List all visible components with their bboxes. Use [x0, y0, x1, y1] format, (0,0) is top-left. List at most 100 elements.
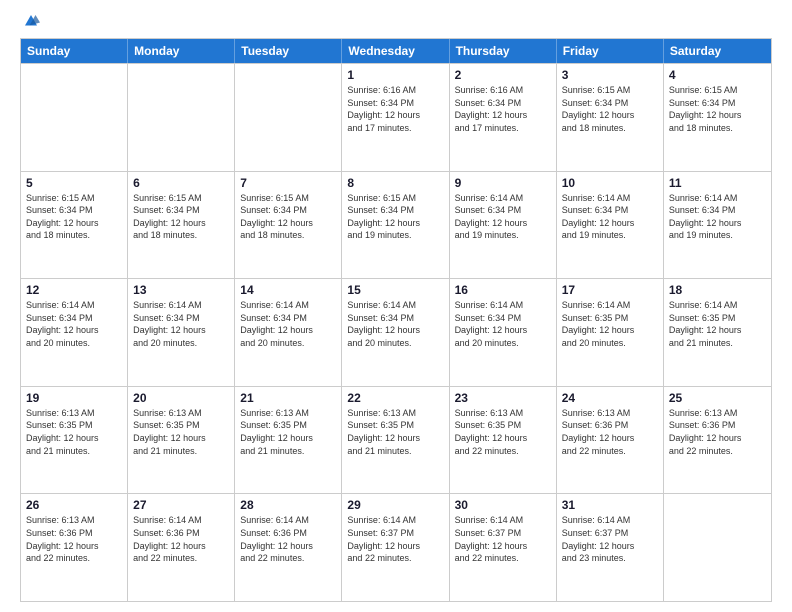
day-number: 3	[562, 68, 658, 82]
calendar-cell: 16 Sunrise: 6:14 AM Sunset: 6:34 PM Dayli…	[450, 279, 557, 386]
day-info: Sunrise: 6:15 AM Sunset: 6:34 PM Dayligh…	[240, 192, 336, 242]
day-info: Sunrise: 6:13 AM Sunset: 6:35 PM Dayligh…	[133, 407, 229, 457]
calendar-cell: 8 Sunrise: 6:15 AM Sunset: 6:34 PM Daylig…	[342, 172, 449, 279]
calendar-cell: 3 Sunrise: 6:15 AM Sunset: 6:34 PM Daylig…	[557, 64, 664, 171]
day-info: Sunrise: 6:13 AM Sunset: 6:35 PM Dayligh…	[26, 407, 122, 457]
day-number: 8	[347, 176, 443, 190]
day-info: Sunrise: 6:13 AM Sunset: 6:35 PM Dayligh…	[347, 407, 443, 457]
calendar-cell: 9Sunrise: 6:14 AM Sunset: 6:34 PM Daylig…	[450, 172, 557, 279]
day-info: Sunrise: 6:14 AM Sunset: 6:34 PM Dayligh…	[562, 192, 658, 242]
calendar-cell: 2 Sunrise: 6:16 AM Sunset: 6:34 PM Daylig…	[450, 64, 557, 171]
calendar-cell: 25 Sunrise: 6:13 AM Sunset: 6:36 PM Dayli…	[664, 387, 771, 494]
day-number: 1	[347, 68, 443, 82]
day-info: Sunrise: 6:14 AM Sunset: 6:34 PM Dayligh…	[240, 299, 336, 349]
day-info: Sunrise: 6:13 AM Sunset: 6:36 PM Dayligh…	[562, 407, 658, 457]
day-number: 24	[562, 391, 658, 405]
day-info: Sunrise: 6:15 AM Sunset: 6:34 PM Dayligh…	[562, 84, 658, 134]
calendar-row: 1 Sunrise: 6:16 AM Sunset: 6:34 PM Daylig…	[21, 63, 771, 171]
day-number: 15	[347, 283, 443, 297]
page: SundayMondayTuesdayWednesdayThursdayFrid…	[0, 0, 792, 612]
calendar-cell	[664, 494, 771, 601]
day-number: 23	[455, 391, 551, 405]
day-number: 12	[26, 283, 122, 297]
day-number: 6	[133, 176, 229, 190]
calendar-cell: 12 Sunrise: 6:14 AM Sunset: 6:34 PM Dayli…	[21, 279, 128, 386]
day-number: 28	[240, 498, 336, 512]
day-info: Sunrise: 6:15 AM Sunset: 6:34 PM Dayligh…	[26, 192, 122, 242]
day-info: Sunrise: 6:13 AM Sunset: 6:35 PM Dayligh…	[240, 407, 336, 457]
day-number: 26	[26, 498, 122, 512]
calendar-row: 19 Sunrise: 6:13 AM Sunset: 6:35 PM Dayli…	[21, 386, 771, 494]
day-info: Sunrise: 6:14 AM Sunset: 6:34 PM Dayligh…	[455, 299, 551, 349]
calendar-cell: 17 Sunrise: 6:14 AM Sunset: 6:35 PM Dayli…	[557, 279, 664, 386]
calendar-cell	[235, 64, 342, 171]
day-number: 17	[562, 283, 658, 297]
day-number: 16	[455, 283, 551, 297]
day-number: 30	[455, 498, 551, 512]
weekday-header: Friday	[557, 39, 664, 63]
day-info: Sunrise: 6:14 AM Sunset: 6:34 PM Dayligh…	[347, 299, 443, 349]
day-info: Sunrise: 6:14 AM Sunset: 6:34 PM Dayligh…	[455, 192, 551, 242]
calendar-cell: 23Sunrise: 6:13 AM Sunset: 6:35 PM Dayli…	[450, 387, 557, 494]
day-info: Sunrise: 6:14 AM Sunset: 6:37 PM Dayligh…	[455, 514, 551, 564]
day-number: 7	[240, 176, 336, 190]
day-number: 13	[133, 283, 229, 297]
calendar-cell: 11Sunrise: 6:14 AM Sunset: 6:34 PM Dayli…	[664, 172, 771, 279]
day-number: 14	[240, 283, 336, 297]
day-info: Sunrise: 6:15 AM Sunset: 6:34 PM Dayligh…	[347, 192, 443, 242]
day-info: Sunrise: 6:14 AM Sunset: 6:34 PM Dayligh…	[26, 299, 122, 349]
day-number: 25	[669, 391, 766, 405]
day-number: 31	[562, 498, 658, 512]
day-info: Sunrise: 6:14 AM Sunset: 6:37 PM Dayligh…	[562, 514, 658, 564]
calendar-cell: 30 Sunrise: 6:14 AM Sunset: 6:37 PM Dayli…	[450, 494, 557, 601]
calendar-cell: 19 Sunrise: 6:13 AM Sunset: 6:35 PM Dayli…	[21, 387, 128, 494]
weekday-header: Thursday	[450, 39, 557, 63]
day-info: Sunrise: 6:13 AM Sunset: 6:36 PM Dayligh…	[669, 407, 766, 457]
calendar-cell: 14 Sunrise: 6:14 AM Sunset: 6:34 PM Dayli…	[235, 279, 342, 386]
day-number: 20	[133, 391, 229, 405]
day-info: Sunrise: 6:14 AM Sunset: 6:35 PM Dayligh…	[562, 299, 658, 349]
calendar-cell: 29 Sunrise: 6:14 AM Sunset: 6:37 PM Dayli…	[342, 494, 449, 601]
weekday-header: Saturday	[664, 39, 771, 63]
weekday-header: Monday	[128, 39, 235, 63]
calendar-cell: 26Sunrise: 6:13 AM Sunset: 6:36 PM Dayli…	[21, 494, 128, 601]
day-info: Sunrise: 6:16 AM Sunset: 6:34 PM Dayligh…	[347, 84, 443, 134]
calendar-cell: 21 Sunrise: 6:13 AM Sunset: 6:35 PM Dayli…	[235, 387, 342, 494]
day-info: Sunrise: 6:14 AM Sunset: 6:35 PM Dayligh…	[669, 299, 766, 349]
calendar-cell: 5 Sunrise: 6:15 AM Sunset: 6:34 PM Daylig…	[21, 172, 128, 279]
weekday-header: Wednesday	[342, 39, 449, 63]
calendar-cell: 20 Sunrise: 6:13 AM Sunset: 6:35 PM Dayli…	[128, 387, 235, 494]
calendar-cell: 28Sunrise: 6:14 AM Sunset: 6:36 PM Dayli…	[235, 494, 342, 601]
day-info: Sunrise: 6:16 AM Sunset: 6:34 PM Dayligh…	[455, 84, 551, 134]
day-info: Sunrise: 6:15 AM Sunset: 6:34 PM Dayligh…	[669, 84, 766, 134]
calendar-row: 5 Sunrise: 6:15 AM Sunset: 6:34 PM Daylig…	[21, 171, 771, 279]
calendar-cell: 18 Sunrise: 6:14 AM Sunset: 6:35 PM Dayli…	[664, 279, 771, 386]
day-info: Sunrise: 6:14 AM Sunset: 6:37 PM Dayligh…	[347, 514, 443, 564]
day-info: Sunrise: 6:14 AM Sunset: 6:36 PM Dayligh…	[133, 514, 229, 564]
logo	[20, 16, 40, 30]
calendar-row: 26Sunrise: 6:13 AM Sunset: 6:36 PM Dayli…	[21, 493, 771, 601]
day-number: 18	[669, 283, 766, 297]
day-number: 19	[26, 391, 122, 405]
day-info: Sunrise: 6:15 AM Sunset: 6:34 PM Dayligh…	[133, 192, 229, 242]
calendar-cell: 15 Sunrise: 6:14 AM Sunset: 6:34 PM Dayli…	[342, 279, 449, 386]
calendar-cell: 31 Sunrise: 6:14 AM Sunset: 6:37 PM Dayli…	[557, 494, 664, 601]
calendar-header: SundayMondayTuesdayWednesdayThursdayFrid…	[21, 39, 771, 63]
calendar-cell: 13 Sunrise: 6:14 AM Sunset: 6:34 PM Dayli…	[128, 279, 235, 386]
day-info: Sunrise: 6:14 AM Sunset: 6:34 PM Dayligh…	[133, 299, 229, 349]
logo-icon	[22, 12, 40, 30]
day-number: 5	[26, 176, 122, 190]
weekday-header: Sunday	[21, 39, 128, 63]
day-number: 27	[133, 498, 229, 512]
calendar-cell: 4Sunrise: 6:15 AM Sunset: 6:34 PM Daylig…	[664, 64, 771, 171]
day-number: 2	[455, 68, 551, 82]
day-number: 29	[347, 498, 443, 512]
day-number: 21	[240, 391, 336, 405]
day-number: 10	[562, 176, 658, 190]
calendar-cell: 6 Sunrise: 6:15 AM Sunset: 6:34 PM Daylig…	[128, 172, 235, 279]
calendar-cell: 10 Sunrise: 6:14 AM Sunset: 6:34 PM Dayli…	[557, 172, 664, 279]
calendar-cell: 27 Sunrise: 6:14 AM Sunset: 6:36 PM Dayli…	[128, 494, 235, 601]
day-number: 22	[347, 391, 443, 405]
calendar-cell: 7 Sunrise: 6:15 AM Sunset: 6:34 PM Daylig…	[235, 172, 342, 279]
calendar-body: 1 Sunrise: 6:16 AM Sunset: 6:34 PM Daylig…	[21, 63, 771, 601]
